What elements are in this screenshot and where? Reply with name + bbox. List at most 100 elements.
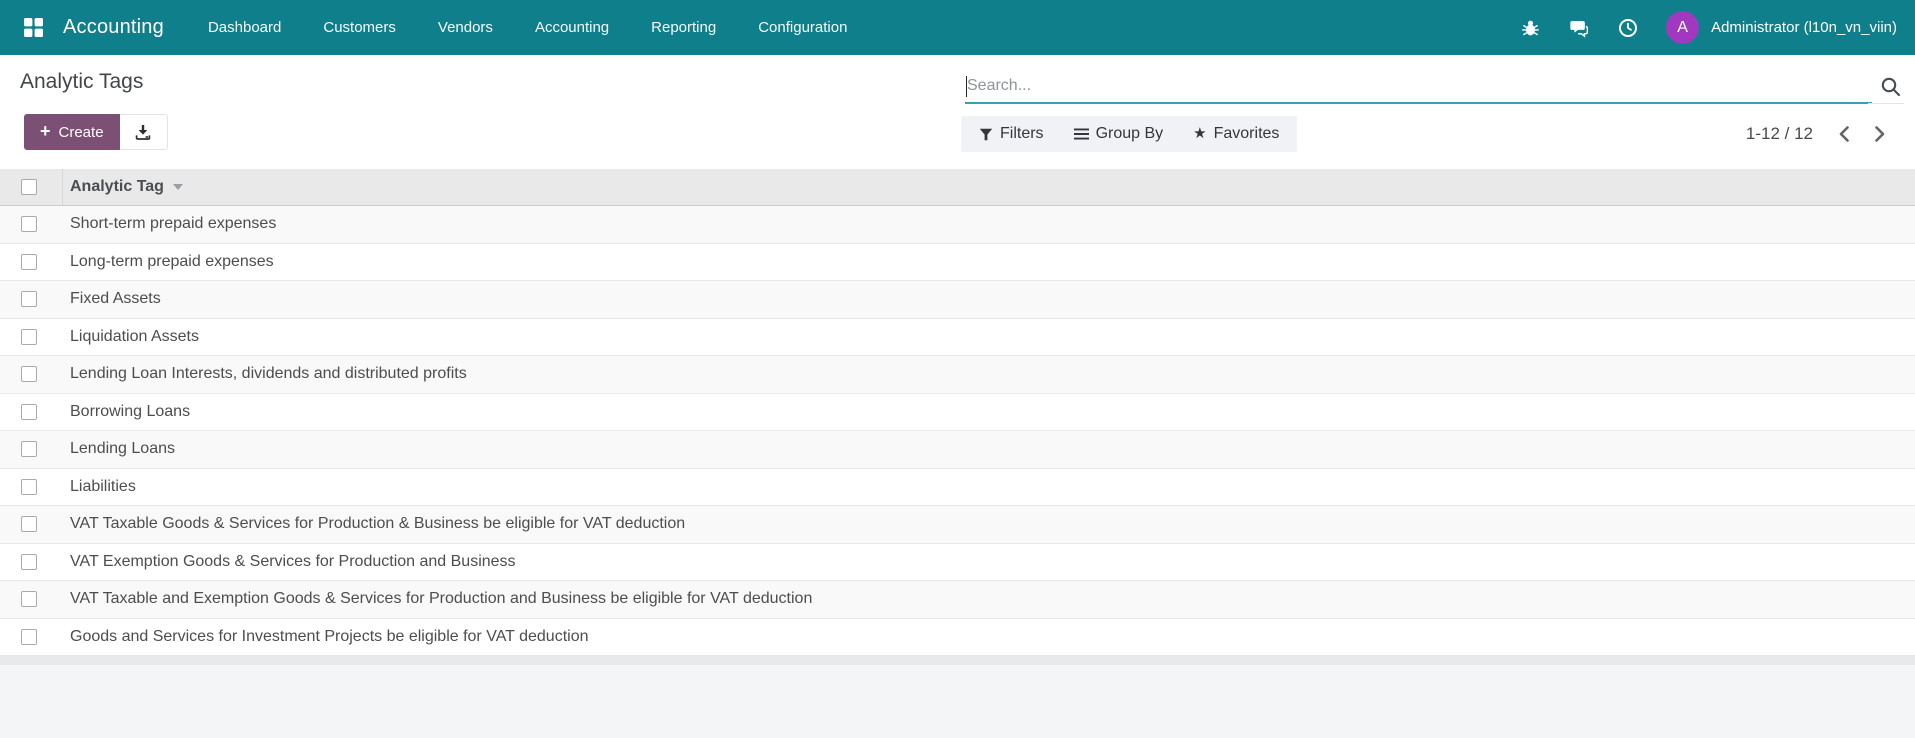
column-header-label: Analytic Tag <box>70 178 164 195</box>
table-row[interactable]: VAT Exemption Goods & Services for Produ… <box>0 543 1915 581</box>
navbar-systray: A Administrator (l10n_vn_viin) <box>1519 11 1897 44</box>
search-options-bar: Filters Group By ★ Favorites <box>961 116 1298 152</box>
row-checkbox[interactable] <box>21 478 37 495</box>
select-all-cell <box>0 169 63 205</box>
row-checkbox-cell <box>0 366 63 383</box>
group-by-button[interactable]: Group By <box>1073 125 1164 143</box>
table-row[interactable]: VAT Taxable and Exemption Goods & Servic… <box>0 581 1915 619</box>
row-checkbox-cell <box>0 291 63 308</box>
nav-item-customers[interactable]: Customers <box>323 19 396 36</box>
row-label: Lending Loans <box>70 440 175 458</box>
create-button[interactable]: + Create <box>24 114 120 150</box>
favorites-button[interactable]: ★ Favorites <box>1193 125 1279 143</box>
sort-caret-icon <box>172 184 183 190</box>
apps-menu-button[interactable] <box>20 15 46 41</box>
apps-grid-icon <box>23 18 43 37</box>
row-label: Short-term prepaid expenses <box>70 215 277 233</box>
row-label: Long-term prepaid expenses <box>70 252 274 270</box>
row-checkbox-cell <box>0 216 63 233</box>
star-icon: ★ <box>1193 124 1207 142</box>
row-checkbox[interactable] <box>21 591 37 608</box>
pager-next-button[interactable] <box>1867 119 1893 149</box>
row-checkbox-cell <box>0 591 63 608</box>
text-cursor <box>966 76 967 97</box>
content-background <box>0 665 1915 738</box>
table-row[interactable]: Liquidation Assets <box>0 318 1915 356</box>
row-checkbox[interactable] <box>21 253 37 270</box>
clock-icon <box>1619 18 1638 37</box>
nav-item-dashboard[interactable]: Dashboard <box>208 19 281 36</box>
pager: 1-12 / 12 <box>1746 116 1893 152</box>
table-footer-strip <box>0 656 1915 665</box>
table-row[interactable]: Short-term prepaid expenses <box>0 206 1915 244</box>
row-checkbox[interactable] <box>21 516 37 533</box>
messages-button[interactable] <box>1568 17 1590 39</box>
nav-item-accounting[interactable]: Accounting <box>535 19 609 36</box>
row-label: Fixed Assets <box>70 290 161 308</box>
row-label: Liquidation Assets <box>70 327 199 345</box>
nav-item-vendors[interactable]: Vendors <box>438 19 493 36</box>
column-header-analytic-tag[interactable]: Analytic Tag <box>63 169 183 205</box>
pager-range[interactable]: 1-12 / 12 <box>1746 124 1813 144</box>
top-navbar: Accounting Dashboard Customers Vendors A… <box>0 0 1915 55</box>
row-checkbox[interactable] <box>21 553 37 570</box>
nav-item-reporting[interactable]: Reporting <box>651 19 716 36</box>
row-checkbox[interactable] <box>21 328 37 345</box>
search-input[interactable] <box>965 70 1872 104</box>
user-name: Administrator (l10n_vn_viin) <box>1711 19 1897 36</box>
row-label: VAT Taxable and Exemption Goods & Servic… <box>70 590 813 608</box>
table-row[interactable]: Goods and Services for Investment Projec… <box>0 618 1915 656</box>
plus-icon: + <box>40 121 51 141</box>
table-row[interactable]: Long-term prepaid expenses <box>0 243 1915 281</box>
pager-previous-button[interactable] <box>1831 119 1857 149</box>
row-label: VAT Taxable Goods & Services for Product… <box>70 515 686 533</box>
user-menu[interactable]: A Administrator (l10n_vn_viin) <box>1666 11 1897 44</box>
chat-icon <box>1569 20 1588 38</box>
row-label: Borrowing Loans <box>70 402 191 420</box>
nav-item-configuration[interactable]: Configuration <box>758 19 847 36</box>
filters-button[interactable]: Filters <box>979 125 1044 143</box>
filters-label: Filters <box>1000 125 1044 142</box>
table-row[interactable]: Fixed Assets <box>0 281 1915 319</box>
table-row[interactable]: Borrowing Loans <box>0 393 1915 431</box>
row-checkbox[interactable] <box>21 403 37 420</box>
table-body: Short-term prepaid expenses Long-term pr… <box>0 206 1915 656</box>
row-checkbox[interactable] <box>21 291 37 308</box>
row-checkbox[interactable] <box>21 216 37 233</box>
row-checkbox[interactable] <box>21 366 37 383</box>
table-row[interactable]: Lending Loans <box>0 431 1915 469</box>
search-icon <box>1881 77 1901 97</box>
row-checkbox-cell <box>0 628 63 645</box>
row-checkbox-cell <box>0 441 63 458</box>
table-row[interactable]: Liabilities <box>0 468 1915 506</box>
create-button-label: Create <box>58 123 104 141</box>
table-row[interactable]: VAT Taxable Goods & Services for Product… <box>0 506 1915 544</box>
search-button[interactable] <box>1878 74 1904 100</box>
row-checkbox[interactable] <box>21 441 37 458</box>
select-all-checkbox[interactable] <box>21 179 37 195</box>
table-header-row: Analytic Tag <box>0 169 1915 206</box>
row-checkbox-cell <box>0 253 63 270</box>
main-menu: Dashboard Customers Vendors Accounting R… <box>208 19 847 36</box>
group-by-label: Group By <box>1095 125 1164 142</box>
row-checkbox-cell <box>0 553 63 570</box>
avatar: A <box>1666 11 1700 44</box>
row-label: Liabilities <box>70 477 136 495</box>
activities-button[interactable] <box>1617 17 1639 39</box>
row-checkbox[interactable] <box>21 628 37 645</box>
group-by-icon <box>1073 128 1089 140</box>
avatar-initial: A <box>1677 18 1688 36</box>
row-label: Lending Loan Interests, dividends and di… <box>70 365 467 383</box>
list-view: Analytic Tag Short-term prepaid expenses… <box>0 169 1915 738</box>
search-underline <box>1868 103 1904 104</box>
row-label: Goods and Services for Investment Projec… <box>70 627 589 645</box>
debug-button[interactable] <box>1519 17 1541 39</box>
row-checkbox-cell <box>0 478 63 495</box>
export-button[interactable] <box>119 114 168 150</box>
row-checkbox-cell <box>0 328 63 345</box>
table-row[interactable]: Lending Loan Interests, dividends and di… <box>0 356 1915 394</box>
row-checkbox-cell <box>0 516 63 533</box>
app-brand[interactable]: Accounting <box>63 16 164 39</box>
bug-icon <box>1521 20 1539 36</box>
download-icon <box>135 125 151 140</box>
